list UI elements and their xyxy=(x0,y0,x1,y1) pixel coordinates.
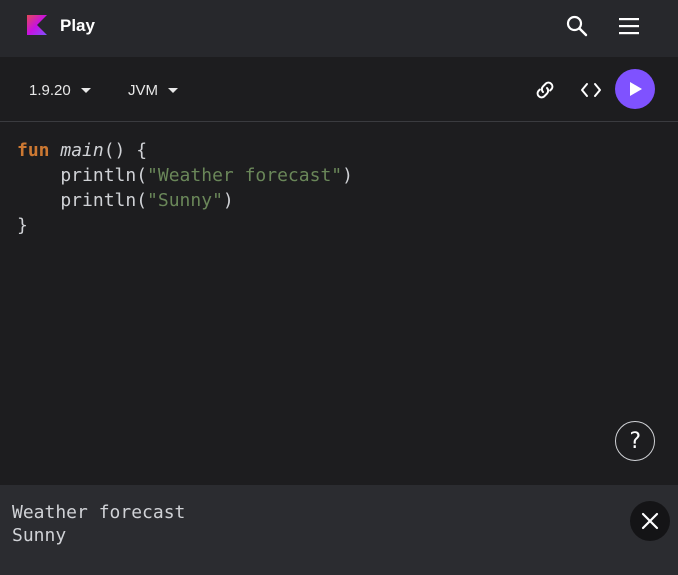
run-button[interactable] xyxy=(615,69,655,109)
close-console-button[interactable] xyxy=(630,501,670,541)
search-icon[interactable] xyxy=(564,13,590,39)
code-token: "Weather forecast" xyxy=(147,165,343,186)
link-icon[interactable] xyxy=(532,77,558,103)
code-line[interactable]: println("Sunny") xyxy=(17,188,234,213)
code-token: println( xyxy=(17,165,148,186)
hamburger-menu-icon[interactable] xyxy=(616,13,642,39)
code-token: ) xyxy=(222,190,234,211)
version-dropdown[interactable]: 1.9.20 xyxy=(29,79,91,101)
code-token: fun xyxy=(17,140,50,161)
console-line: Weather forecast xyxy=(12,502,186,523)
code-editor[interactable]: fun main() { println("Weather forecast")… xyxy=(0,122,678,485)
code-line[interactable]: } xyxy=(17,213,28,238)
top-header: Play xyxy=(0,0,678,57)
platform-value: JVM xyxy=(128,81,158,99)
help-button[interactable]: ? xyxy=(615,421,655,461)
version-value: 1.9.20 xyxy=(29,81,71,99)
close-icon xyxy=(641,512,659,530)
code-token: () { xyxy=(103,140,148,161)
editor-toolbar: 1.9.20 JVM xyxy=(0,57,678,122)
code-brackets-icon[interactable] xyxy=(578,77,604,103)
code-token: println( xyxy=(17,190,148,211)
code-token: main xyxy=(60,140,104,161)
chevron-down-icon xyxy=(168,87,178,93)
console-line: Sunny xyxy=(12,525,67,546)
platform-dropdown[interactable]: JVM xyxy=(128,79,178,101)
code-token: ) xyxy=(342,165,353,186)
play-icon xyxy=(630,82,642,96)
chevron-down-icon xyxy=(80,87,91,93)
app-title[interactable]: Play xyxy=(60,16,95,36)
kotlin-logo-icon[interactable] xyxy=(27,15,47,35)
code-line[interactable]: fun main() { xyxy=(17,138,147,163)
code-line[interactable]: println("Weather forecast") xyxy=(17,163,353,188)
console-output: Weather forecast Sunny xyxy=(0,485,678,575)
code-token: } xyxy=(17,215,28,236)
code-token: "Sunny" xyxy=(147,190,223,211)
